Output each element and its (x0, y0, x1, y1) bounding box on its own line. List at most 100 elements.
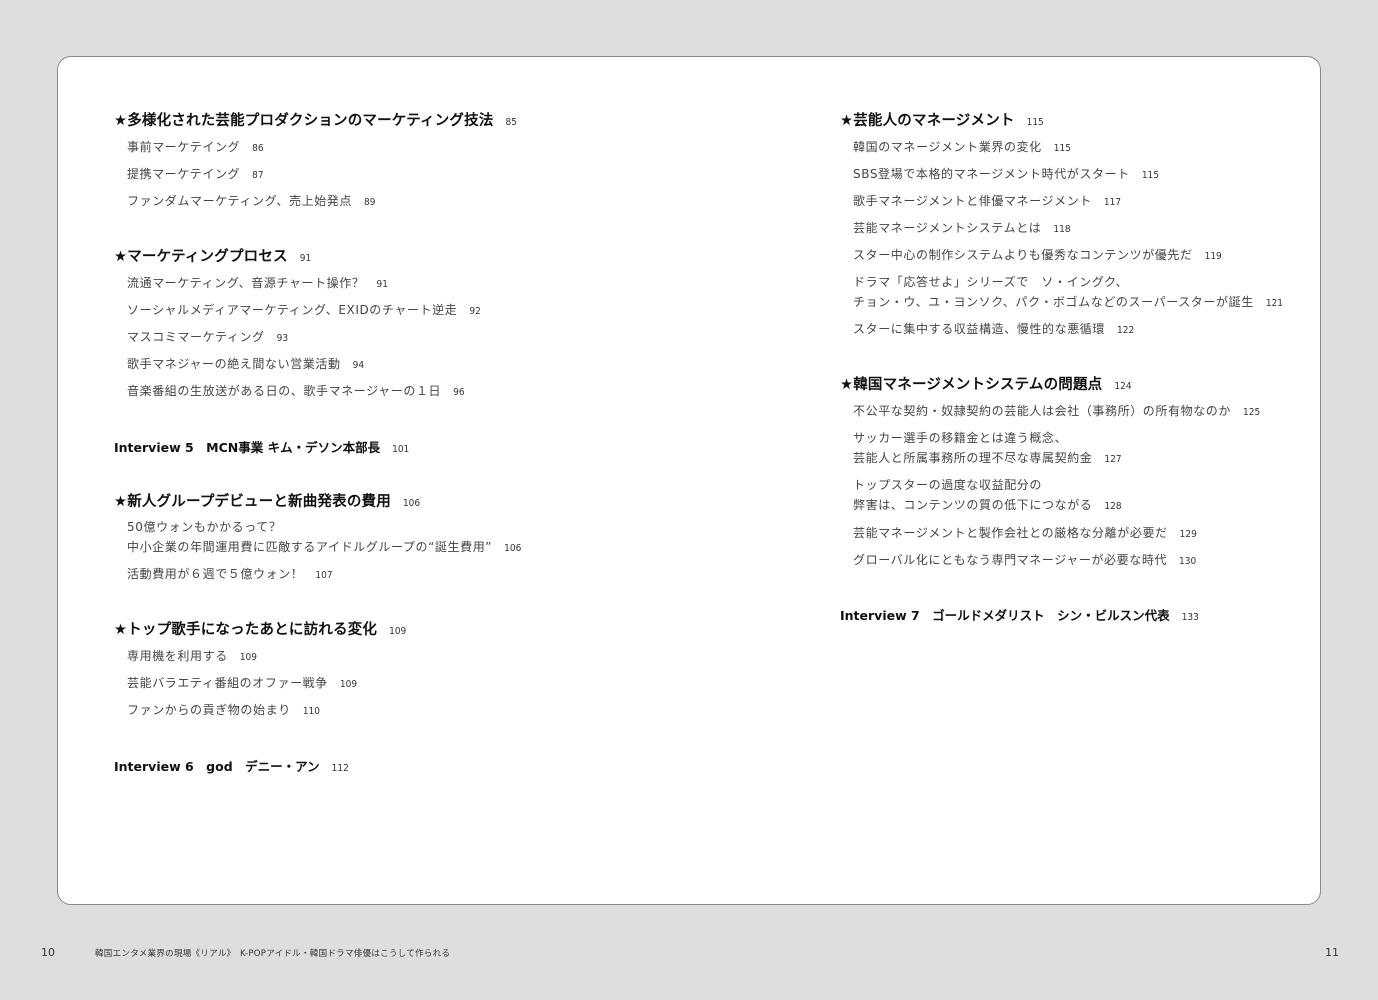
toc-page-number: 122 (1117, 325, 1135, 336)
toc-subitem: スターに集中する収益構造、慢性的な悪循環 122 (840, 319, 1134, 341)
toc-page-number: 115 (1053, 143, 1071, 154)
toc-section-heading: ★多様化された芸能プロダクションのマーケティング技法 85 (114, 109, 517, 130)
toc-subitem: マスコミマーケティング 93 (114, 327, 288, 349)
toc-subitem-line: 提携マーケテイング (127, 167, 241, 181)
toc-subitem: 韓国のマネージメント業界の変化 115 (840, 137, 1071, 159)
toc-page-number: 101 (392, 444, 410, 455)
toc-page-number: 106 (402, 498, 421, 509)
toc-heading-text: ★マーケティングプロセス (114, 249, 288, 265)
toc-page-number: 130 (1179, 556, 1197, 567)
toc-subitem-text: マスコミマーケティング 93 (127, 327, 288, 349)
right-page-number: 11 (1325, 946, 1339, 959)
toc-subitem-text: 歌手マネージメントと俳優マネージメント 117 (853, 191, 1121, 213)
toc-subitem-text: 活動費用が６週で５億ウォン！ 107 (127, 564, 333, 586)
toc-subitem-text: 芸能マネージメントと製作会社との厳格な分離が必要だ 129 (853, 523, 1197, 545)
toc-subitem-text: ソーシャルメディアマーケティング、EXIDのチャート逆走 92 (127, 300, 481, 322)
toc-subitem-line: 中小企業の年間運用費に匹敵するアイドルグループの“誕生費用” (127, 540, 493, 554)
toc-subitem: ファンダムマーケティング、売上始発点 89 (114, 191, 375, 213)
toc-subitem: 音楽番組の生放送がある日の、歌手マネージャーの１日 96 (114, 381, 465, 403)
toc-section-heading: ★トップ歌手になったあとに訪れる変化 109 (114, 618, 406, 639)
toc-subitem: 芸能マネージメントと製作会社との厳格な分離が必要だ 129 (840, 523, 1197, 545)
toc-subitem-text: 専用機を利用する 109 (127, 646, 257, 668)
toc-subitem-line: 芸能人と所属事務所の理不尽な専属契約金 (853, 451, 1093, 465)
toc-subitem: 芸能マネージメントシステムとは 118 (840, 218, 1071, 240)
toc-subitem: 歌手マネジャーの絶え間ない営業活動 94 (114, 354, 364, 376)
toc-page-number: 125 (1243, 407, 1261, 418)
toc-subitem-line: グローバル化にともなう専門マネージャーが必要な時代 (853, 553, 1168, 567)
toc-page-number: 109 (389, 626, 407, 637)
toc-subitem-line: 50億ウォンもかかるって？ (127, 520, 282, 534)
toc-subitem-text: 芸能バラエティ番組のオファー戦争 109 (127, 673, 357, 695)
toc-page-number: 91 (299, 253, 312, 264)
toc-subitem-text: 弊害は、コンテンツの質の低下につながる 128 (853, 495, 1122, 517)
toc-subitem: グローバル化にともなう専門マネージャーが必要な時代 130 (840, 550, 1196, 572)
toc-page-number: 106 (504, 543, 522, 554)
toc-page-number: 85 (505, 117, 517, 128)
toc-page-number: 124 (1114, 381, 1132, 392)
toc-subitem-line: 事前マーケテイング (127, 140, 241, 154)
toc-page-number: 110 (302, 706, 320, 717)
left-page-number: 10 (41, 946, 55, 959)
toc-subitem: 不公平な契約・奴隷契約の芸能人は会社（事務所）の所有物なのか 125 (840, 401, 1260, 423)
toc-subitem-line: トップスターの過度な収益配分の (853, 478, 1043, 492)
toc-subitem-line: 不公平な契約・奴隷契約の芸能人は会社（事務所）の所有物なのか (853, 404, 1232, 418)
toc-page-number: 93 (276, 333, 289, 344)
toc-subitem-line: 専用機を利用する (127, 649, 228, 663)
toc-subitem: 提携マーケテイング 87 (114, 164, 264, 186)
toc-subitem-line: 音楽番組の生放送がある日の、歌手マネージャーの１日 (127, 384, 442, 398)
toc-subitem: 50億ウォンもかかるって？ 中小企業の年間運用費に匹敵するアイドルグループの“誕生… (114, 517, 521, 559)
toc-subitem-text: 歌手マネジャーの絶え間ない営業活動 94 (127, 354, 364, 376)
toc-subitem: 活動費用が６週で５億ウォン！ 107 (114, 564, 333, 586)
toc-subitem-line: マスコミマーケティング (127, 330, 265, 344)
toc-subitem-text: 音楽番組の生放送がある日の、歌手マネージャーの１日 96 (127, 381, 465, 403)
toc-heading-text: ★韓国マネージメントシステムの問題点 (840, 377, 1103, 393)
toc-subitem: トップスターの過度な収益配分の弊害は、コンテンツの質の低下につながる 128 (840, 475, 1122, 517)
toc-subitem-line: 活動費用が６週で５億ウォン！ (127, 567, 304, 581)
toc-subitem: 流通マーケティング、音源チャート操作？ 91 (114, 273, 388, 295)
toc-subitem-text: 50億ウォンもかかるって？ (127, 517, 521, 537)
toc-page-number: 87 (252, 170, 264, 181)
toc-heading-text: Interview 6 god デニー・アン (114, 759, 320, 774)
toc-subitem-line: 芸能マネージメントと製作会社との厳格な分離が必要だ (853, 526, 1168, 540)
toc-subitem: 芸能バラエティ番組のオファー戦争 109 (114, 673, 357, 695)
toc-subitem-line: 流通マーケティング、音源チャート操作？ (127, 276, 365, 290)
toc-page-number: 89 (364, 197, 376, 208)
toc-page-number: 115 (1141, 170, 1159, 181)
toc-page-number: 121 (1265, 298, 1283, 309)
toc-page-number: 94 (352, 360, 365, 371)
toc-subitem-line: チョン・ウ、ユ・ヨンソク、パク・ボゴムなどのスーパースターが誕生 (853, 295, 1254, 309)
toc-page-number: 107 (315, 570, 333, 581)
toc-subitem: 事前マーケテイング 86 (114, 137, 264, 159)
toc-page-number: 96 (453, 387, 465, 398)
toc-subitem-text: ファンダムマーケティング、売上始発点 89 (127, 191, 375, 213)
toc-heading-text: ★芸能人のマネージメント (840, 113, 1015, 129)
toc-subitem-line: 歌手マネジャーの絶え間ない営業活動 (127, 357, 341, 371)
toc-subitem-line: ファンからの貢ぎ物の始まり (127, 703, 291, 717)
toc-subitem: ファンからの貢ぎ物の始まり 110 (114, 700, 320, 722)
toc-subitem-line: ファンダムマーケティング、売上始発点 (127, 194, 353, 208)
toc-page-number: 109 (339, 679, 358, 690)
book-title-running-footer: 韓国エンタメ業界の現場《リアル》 K-POPアイドル・韓国ドラマ俳優はこうして作… (95, 949, 451, 959)
toc-interview-heading: Interview 7 ゴールドメダリスト シン・ビルスン代表 133 (840, 605, 1199, 624)
toc-subitem: SBS登場で本格的マネージメント時代がスタート 115 (840, 164, 1159, 186)
toc-subitem-line: 弊害は、コンテンツの質の低下につながる (853, 498, 1093, 512)
toc-subitem-text: 事前マーケテイング 86 (127, 137, 264, 159)
toc-section-heading: ★新人グループデビューと新曲発表の費用 106 (114, 490, 420, 511)
toc-page-number: 118 (1053, 224, 1071, 235)
toc-section-heading: ★芸能人のマネージメント 115 (840, 109, 1044, 130)
toc-subitem-line: ソーシャルメディアマーケティング、EXIDのチャート逆走 (127, 303, 458, 317)
toc-page-number: 128 (1104, 501, 1122, 512)
toc-subitem-line: ドラマ「応答せよ」シリーズで ソ・イングク、 (853, 275, 1129, 289)
toc-subitem-line: 芸能マネージメントシステムとは (853, 221, 1042, 235)
toc-subitem-text: スター中心の制作システムよりも優秀なコンテンツが優先だ 119 (853, 245, 1222, 267)
toc-page-number: 117 (1103, 197, 1122, 208)
toc-page-number: 91 (376, 279, 388, 290)
toc-subitem: スター中心の制作システムよりも優秀なコンテンツが優先だ 119 (840, 245, 1222, 267)
toc-subitem: サッカー選手の移籍金とは違う概念、 芸能人と所属事務所の理不尽な専属契約金 127 (840, 428, 1122, 470)
toc-heading-text: Interview 7 ゴールドメダリスト シン・ビルスン代表 (840, 608, 1170, 623)
toc-section-heading: ★マーケティングプロセス 91 (114, 245, 311, 266)
toc-subitem-text: 韓国のマネージメント業界の変化 115 (853, 137, 1071, 159)
toc-subitem-text: 提携マーケテイング 87 (127, 164, 264, 186)
toc-subitem-line: スター中心の制作システムよりも優秀なコンテンツが優先だ (853, 248, 1193, 262)
toc-subitem-text: ファンからの貢ぎ物の始まり 110 (127, 700, 320, 722)
